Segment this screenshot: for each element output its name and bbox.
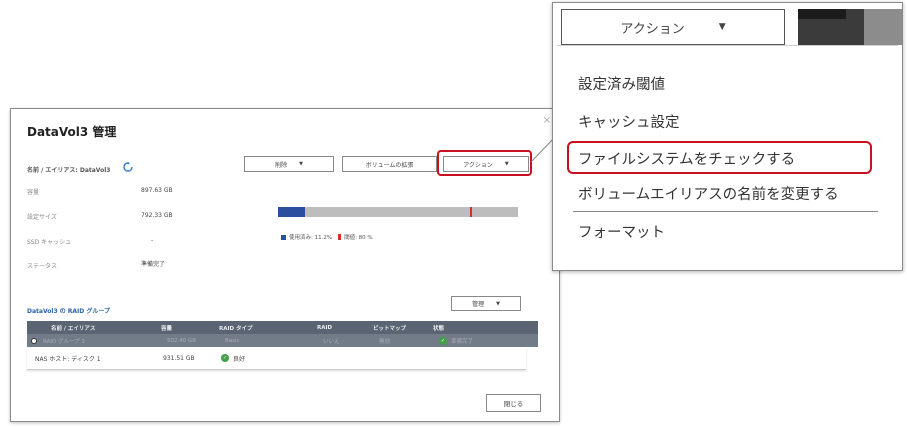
toolbar-background <box>864 9 902 45</box>
threshold-legend-text: 閾値: 80 % <box>344 235 373 241</box>
menu-item-format[interactable]: フォーマット <box>578 221 665 242</box>
status-value: 準備完了 <box>141 261 166 268</box>
status-label: ステータス <box>27 263 58 270</box>
expand-volume-button[interactable]: ボリュームの拡張 <box>342 156 437 172</box>
action-menu-zoom: アクション ▼ 設定済み閾値 キャッシュ設定 ファイルシステムをチェックする ボ… <box>552 2 903 271</box>
column-header: RAID <box>317 324 333 331</box>
menu-separator <box>573 211 878 212</box>
manage-button[interactable]: 管理 ▼ <box>451 296 521 311</box>
close-button[interactable]: 閉じる <box>486 394 541 412</box>
table-cell: RAID グループ 1 <box>43 338 85 345</box>
chevron-down-icon: ▼ <box>496 300 500 307</box>
capacity-value: 897.63 GB <box>141 187 173 194</box>
threshold-legend-swatch <box>338 234 342 240</box>
raid-group-table: 名前 / エイリアス 容量 RAID タイプ RAID ビットマップ 状態 RA… <box>27 321 538 370</box>
divider <box>557 45 898 46</box>
chevron-down-icon: ▼ <box>718 22 726 32</box>
usage-bar <box>278 207 518 217</box>
action-dropdown-button[interactable]: アクション ▼ <box>561 9 785 45</box>
volume-management-dialog: DataVol3 管理 × 名前 / エイリアス: DataVol3 削除 ▼ … <box>10 108 560 422</box>
table-cell: いいえ <box>323 338 340 345</box>
chevron-down-icon: ▼ <box>299 161 303 167</box>
column-header: ビットマップ <box>373 325 407 332</box>
table-cell: 準備完了 <box>451 338 474 345</box>
table-row[interactable]: RAID グループ 1 502.40 GB Basic いいえ 無効 ✓ 準備完… <box>27 334 538 347</box>
allocated-size-value: 792.33 GB <box>141 212 173 219</box>
toolbar-background <box>798 9 846 19</box>
delete-button-label: 削除 <box>275 161 288 169</box>
table-cell: 無効 <box>379 338 391 345</box>
table-cell: Basic <box>225 337 240 344</box>
ssd-cache-label: SSD キャッシュ <box>27 239 72 246</box>
menu-item-rename-alias[interactable]: ボリュームエイリアスの名前を変更する <box>578 183 839 204</box>
table-header: 名前 / エイリアス 容量 RAID タイプ RAID ビットマップ 状態 <box>27 321 538 334</box>
used-legend-swatch <box>281 234 286 240</box>
action-dropdown-label: アクション <box>620 21 685 37</box>
threshold-marker <box>470 207 472 217</box>
menu-item-cache-settings[interactable]: キャッシュ設定 <box>578 111 680 132</box>
table-cell: NAS ホスト: ディスク 1 <box>35 355 101 363</box>
action-highlight-box <box>437 150 532 176</box>
column-header: 容量 <box>161 325 173 332</box>
refresh-icon[interactable] <box>123 162 133 172</box>
delete-button[interactable]: 削除 ▼ <box>244 156 334 172</box>
allocated-size-label: 設定サイズ <box>27 214 57 221</box>
manage-button-label: 管理 <box>472 301 485 308</box>
check-filesystem-highlight-box <box>567 141 872 174</box>
close-icon[interactable]: × <box>543 115 551 126</box>
raid-group-title: DataVol3 の RAID グループ <box>27 308 110 315</box>
table-cell: 502.40 GB <box>167 337 197 344</box>
column-header: RAID タイプ <box>219 325 253 332</box>
check-icon: ✓ <box>439 336 447 345</box>
usage-legend: 使用済み: 11.2% 閾値: 80 % <box>281 233 373 241</box>
usage-bar-fill <box>278 207 305 217</box>
check-icon: ✓ <box>221 354 229 362</box>
ssd-cache-value: - <box>151 237 154 244</box>
capacity-label: 容量 <box>27 189 40 196</box>
table-row[interactable]: NAS ホスト: ディスク 1 931.51 GB ✓ 良好 <box>27 347 526 370</box>
used-legend-text: 使用済み: 11.2% <box>289 235 333 241</box>
row-select-radio[interactable] <box>31 337 37 344</box>
table-cell: 931.51 GB <box>163 354 195 362</box>
column-header: 状態 <box>433 325 445 332</box>
table-cell: 良好 <box>233 355 246 363</box>
dialog-title: DataVol3 管理 <box>27 125 117 139</box>
volume-name-label: 名前 / エイリアス: DataVol3 <box>27 167 111 174</box>
menu-item-threshold[interactable]: 設定済み閾値 <box>578 73 665 94</box>
column-header: 名前 / エイリアス <box>51 325 96 332</box>
